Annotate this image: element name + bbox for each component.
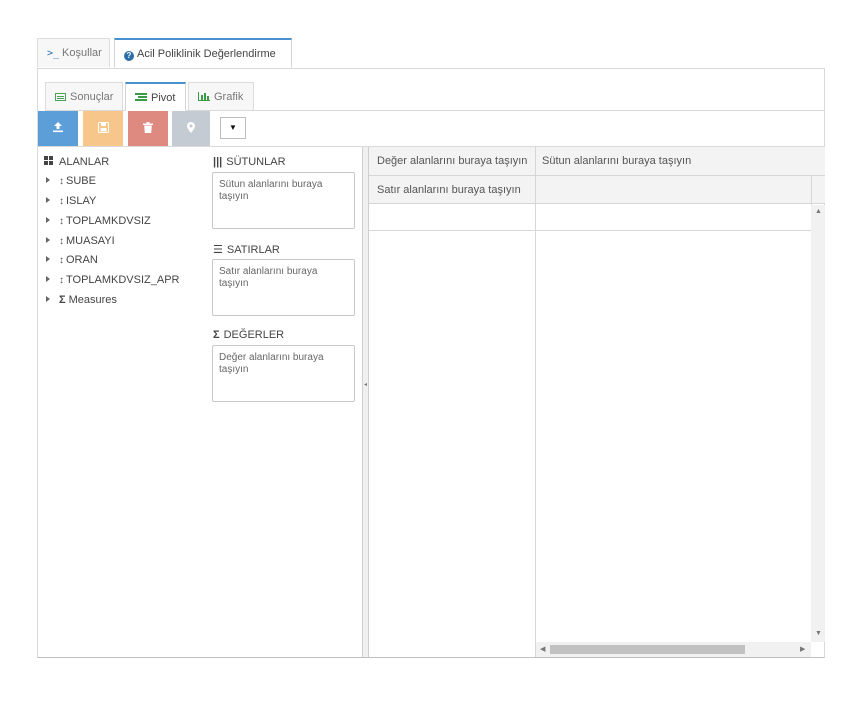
grid-divider-vertical bbox=[535, 147, 536, 657]
field-item-toplamkdvsiz-apr[interactable]: ↕ TOPLAMKDVSIZ_APR bbox=[46, 274, 180, 286]
values-drop-zone[interactable]: Değer alanlarını buraya taşıyın bbox=[212, 345, 355, 402]
scroll-down-icon[interactable]: ▼ bbox=[815, 630, 822, 637]
columns-zone-title: ||| SÜTUNLAR bbox=[213, 156, 286, 168]
field-item-muasayi[interactable]: ↕ MUASAYI bbox=[46, 235, 115, 247]
caret-right-icon bbox=[46, 276, 50, 282]
caret-right-icon bbox=[46, 177, 50, 183]
field-label: TOPLAMKDVSIZ bbox=[66, 215, 151, 227]
tab-pivot-label: Pivot bbox=[151, 92, 176, 104]
grid-icon bbox=[44, 156, 54, 166]
caret-right-icon bbox=[46, 217, 50, 223]
values-zone-title: Σ DEĞERLER bbox=[213, 329, 284, 341]
columns-header-cell[interactable]: Sütun alanlarını buraya taşıyın bbox=[542, 147, 691, 176]
scroll-left-icon[interactable]: ◀ bbox=[540, 645, 545, 653]
sort-icon: ↕ bbox=[59, 255, 64, 266]
field-label: ISLAY bbox=[66, 195, 97, 207]
rows-icon: ☰ bbox=[213, 244, 223, 256]
floppy-icon bbox=[97, 122, 109, 133]
grid-divider-right bbox=[811, 176, 812, 205]
rows-header-cell[interactable]: Satır alanlarını buraya taşıyın bbox=[377, 176, 521, 205]
sort-icon: ↕ bbox=[59, 236, 64, 247]
splitter-arrow-icon[interactable]: ◂ bbox=[364, 381, 367, 388]
rows-drop-zone[interactable]: Satır alanlarını buraya taşıyın bbox=[212, 259, 355, 316]
sigma-icon: Σ bbox=[59, 294, 66, 306]
trash-icon bbox=[143, 122, 153, 133]
sort-icon: ↕ bbox=[59, 196, 64, 207]
tab-results[interactable]: Sonuçlar bbox=[45, 82, 123, 110]
scroll-up-icon[interactable]: ▲ bbox=[815, 208, 822, 215]
options-dropdown[interactable]: ▼ bbox=[220, 117, 246, 139]
caret-down-icon: ▼ bbox=[229, 123, 237, 132]
upload-icon bbox=[53, 122, 63, 133]
caret-right-icon bbox=[46, 237, 50, 243]
scroll-right-icon[interactable]: ▶ bbox=[800, 645, 805, 653]
fields-title-label: ALANLAR bbox=[59, 156, 110, 168]
columns-zone-label: SÜTUNLAR bbox=[226, 156, 286, 168]
caret-right-icon bbox=[46, 197, 50, 203]
sort-icon: ↕ bbox=[59, 216, 64, 227]
bar-chart-icon bbox=[198, 92, 210, 101]
tab-report[interactable]: ? Acil Poliklinik Değerlendirme bbox=[114, 38, 292, 68]
top-tab-bar: >_ Koşullar ? Acil Poliklinik Değerlendirm… bbox=[37, 38, 825, 69]
map-marker-icon bbox=[187, 122, 195, 133]
values-zone-label: DEĞERLER bbox=[223, 329, 285, 341]
rows-placeholder: Satır alanlarını buraya taşıyın bbox=[219, 266, 318, 289]
grid-divider-horizontal bbox=[369, 230, 811, 231]
field-label: Measures bbox=[68, 294, 117, 306]
tab-chart[interactable]: Grafik bbox=[188, 82, 254, 110]
sort-icon: ↕ bbox=[59, 275, 64, 286]
question-circle-icon: ? bbox=[124, 51, 134, 61]
horizontal-scroll-thumb[interactable] bbox=[550, 645, 745, 654]
values-placeholder: Değer alanlarını buraya taşıyın bbox=[219, 352, 324, 375]
tab-conditions-label: Koşullar bbox=[62, 47, 102, 59]
values-header-cell[interactable]: Değer alanlarını buraya taşıyın bbox=[377, 147, 527, 176]
pivot-list-icon bbox=[135, 93, 147, 101]
caret-right-icon bbox=[46, 296, 50, 302]
sub-tab-bar: Sonuçlar Pivot Grafik bbox=[45, 82, 825, 111]
field-item-oran[interactable]: ↕ ORAN bbox=[46, 254, 98, 266]
fields-title: ALANLAR bbox=[44, 156, 109, 168]
tab-report-label: Acil Poliklinik Değerlendirme bbox=[137, 48, 276, 60]
field-label: TOPLAMKDVSIZ_APR bbox=[66, 274, 180, 286]
pin-button[interactable] bbox=[172, 111, 210, 146]
field-item-toplamkdvsiz[interactable]: ↕ TOPLAMKDVSIZ bbox=[46, 215, 151, 227]
caret-right-icon bbox=[46, 256, 50, 262]
panel-splitter[interactable] bbox=[362, 147, 369, 657]
columns-icon: ||| bbox=[213, 156, 223, 168]
field-item-measures[interactable]: Σ Measures bbox=[46, 294, 117, 306]
tab-pivot[interactable]: Pivot bbox=[125, 82, 186, 111]
tab-conditions[interactable]: >_ Koşullar bbox=[37, 38, 110, 67]
field-label: ORAN bbox=[66, 254, 98, 266]
field-item-sube[interactable]: ↕ SUBE bbox=[46, 175, 96, 187]
columns-placeholder: Sütun alanlarını buraya taşıyın bbox=[219, 179, 323, 202]
tab-results-label: Sonuçlar bbox=[70, 91, 114, 103]
field-item-islay[interactable]: ↕ ISLAY bbox=[46, 195, 96, 207]
field-label: SUBE bbox=[66, 175, 96, 187]
table-icon bbox=[55, 93, 66, 101]
delete-button[interactable] bbox=[128, 111, 168, 146]
rows-zone-label: SATIRLAR bbox=[226, 244, 280, 256]
sort-icon: ↕ bbox=[59, 176, 64, 187]
upload-button[interactable] bbox=[38, 111, 78, 146]
terminal-icon: >_ bbox=[47, 48, 60, 59]
vertical-scrollbar[interactable] bbox=[811, 205, 825, 642]
save-button[interactable] bbox=[83, 111, 123, 146]
sigma-icon: Σ bbox=[213, 329, 220, 341]
tab-chart-label: Grafik bbox=[214, 91, 244, 103]
rows-zone-title: ☰ SATIRLAR bbox=[213, 243, 280, 256]
field-label: MUASAYI bbox=[66, 235, 115, 247]
columns-drop-zone[interactable]: Sütun alanlarını buraya taşıyın bbox=[212, 172, 355, 229]
